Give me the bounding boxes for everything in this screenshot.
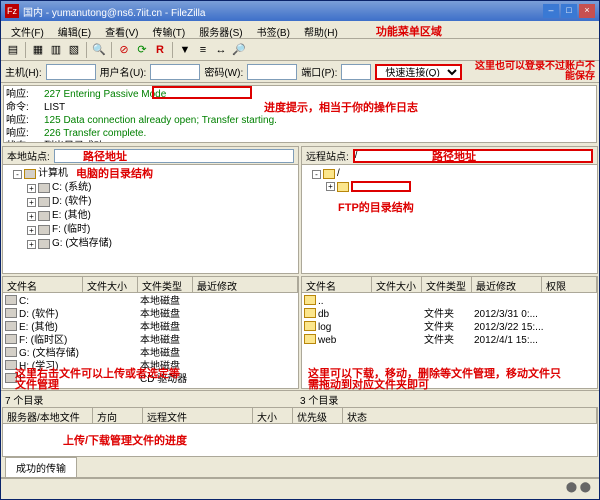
menubar: 文件(F) 编辑(E) 查看(V) 传输(T) 服务器(S) 书签(B) 帮助(… xyxy=(1,21,599,39)
folder-icon xyxy=(323,169,335,179)
user-input[interactable] xyxy=(150,64,200,80)
menu-help[interactable]: 帮助(H) xyxy=(298,23,344,36)
app-icon: Fz xyxy=(5,4,19,18)
port-label: 端口(P): xyxy=(301,64,337,79)
menu-edit[interactable]: 编辑(E) xyxy=(52,23,97,36)
host-label: 主机(H): xyxy=(5,64,42,79)
pass-input[interactable] xyxy=(247,64,297,80)
close-button[interactable]: × xyxy=(579,4,595,18)
remote-count: 3 个目录 xyxy=(300,392,595,405)
list-item[interactable]: F: (临时区)本地磁盘 xyxy=(5,334,296,347)
annotation-queue: 上传/下载管理文件的进度 xyxy=(63,435,187,447)
col-date[interactable]: 最近修改 xyxy=(193,277,298,292)
list-item[interactable]: db文件夹2012/3/31 0:... xyxy=(304,308,595,321)
port-input[interactable] xyxy=(341,64,371,80)
drive-icon xyxy=(38,183,50,193)
pass-label: 密码(W): xyxy=(204,64,243,79)
col-name[interactable]: 文件名 xyxy=(3,277,83,292)
computer-icon xyxy=(24,169,36,179)
menu-bookmark[interactable]: 书签(B) xyxy=(251,23,296,36)
local-site-label: 本地站点: xyxy=(7,148,50,163)
list-item[interactable]: D: (软件)本地磁盘 xyxy=(5,308,296,321)
list-item[interactable]: E: (其他)本地磁盘 xyxy=(5,321,296,334)
annotation-remote-path: 路径地址 xyxy=(432,148,476,164)
annotation-remote-tree: FTP的目录结构 xyxy=(338,199,414,215)
toggle-queue-icon[interactable]: ▧ xyxy=(66,42,82,58)
filter-icon[interactable]: ▼ xyxy=(177,42,193,58)
cancel-icon[interactable]: ⊘ xyxy=(116,42,132,58)
local-file-pane: 文件名 文件大小 文件类型 最近修改 C:本地磁盘D: (软件)本地磁盘E: (… xyxy=(2,276,299,389)
annotation-local-files: 这里右击文件可以上传或者选定等文件管理 xyxy=(15,369,185,391)
log-label: 响应: xyxy=(6,88,36,101)
file-status: 7 个目录 3 个目录 xyxy=(1,390,599,406)
local-count: 7 个目录 xyxy=(5,392,300,405)
window-title: 国内 - yumanutong@ns6.7iit.cn - FileZilla xyxy=(23,4,205,19)
list-item[interactable]: G: (文档存储)本地磁盘 xyxy=(5,347,296,360)
remote-tree-pane: 远程站点: 路径地址 -/ + FTP的目录结构 xyxy=(301,146,598,274)
menu-server[interactable]: 服务器(S) xyxy=(193,23,248,36)
reconnect-icon[interactable]: ⟳ xyxy=(134,42,150,58)
menu-transfer[interactable]: 传输(T) xyxy=(146,23,191,36)
queue-tabs: 成功的传输 xyxy=(1,458,599,478)
host-input[interactable] xyxy=(46,64,96,80)
queue-indicator-icon: ⬤ ⬤ xyxy=(566,482,591,493)
list-item[interactable]: C:本地磁盘 xyxy=(5,295,296,308)
menu-view[interactable]: 查看(V) xyxy=(99,23,144,36)
toolbar: ▤ ▦ ▥ ▧ 🔍 ⊘ ⟳ R ▼ ≡ ↔ 🔎 xyxy=(1,39,599,61)
disconnect-icon[interactable]: R xyxy=(152,42,168,58)
tree-toggle[interactable]: - xyxy=(13,170,22,179)
local-tree-pane: 本地站点: 路径地址 -计算机 电脑的目录结构 +C: (系统) +D: (软件… xyxy=(2,146,299,274)
list-item[interactable]: .. xyxy=(304,295,595,308)
list-item[interactable]: web文件夹2012/4/1 15:... xyxy=(304,334,595,347)
annotation-log: 进度提示，相当于你的操作日志 xyxy=(264,99,418,115)
sitemngr-icon[interactable]: ▤ xyxy=(5,42,21,58)
annotation-local-tree: 电脑的目录结构 xyxy=(76,167,153,181)
remote-file-pane: 文件名 文件大小 文件类型 最近修改 权限 ..db文件夹2012/3/31 0… xyxy=(301,276,598,389)
minimize-button[interactable]: – xyxy=(543,4,559,18)
col-size[interactable]: 文件大小 xyxy=(83,277,138,292)
annotation-menubar: 功能菜单区域 xyxy=(376,23,442,36)
sync-icon[interactable]: ↔ xyxy=(213,42,229,58)
annotation-quickconnect: 这里也可以登录不过账户不能保存 xyxy=(466,62,595,82)
quickconnect-button[interactable]: 快速连接(Q) xyxy=(375,64,462,80)
search-icon[interactable]: 🔎 xyxy=(231,42,247,58)
tab-complete[interactable]: 成功的传输 xyxy=(5,457,77,477)
queue-pane: 服务器/本地文件 方向 远程文件 大小 优先级 状态 上传/下载管理文件的进度 xyxy=(2,407,598,457)
menu-file[interactable]: 文件(F) xyxy=(5,23,50,36)
titlebar: Fz 国内 - yumanutong@ns6.7iit.cn - FileZil… xyxy=(1,1,599,21)
annotation-local-path: 路径地址 xyxy=(83,148,127,164)
log-text: 227 Entering Passive Mode xyxy=(44,88,166,101)
annotation-remote-files: 这里可以下载，移动，删除等文件管理，移动文件只需拖动到对应文件夹即可 xyxy=(308,369,568,391)
quickconnect-bar: 主机(H): 用户名(U): 密码(W): 端口(P): 快速连接(Q) 这里也… xyxy=(1,61,599,83)
list-item[interactable]: log文件夹2012/3/22 15:... xyxy=(304,321,595,334)
col-type[interactable]: 文件类型 xyxy=(138,277,193,292)
maximize-button[interactable]: □ xyxy=(561,4,577,18)
toggle-tree-icon[interactable]: ▥ xyxy=(48,42,64,58)
binary-icon[interactable]: 🔍 xyxy=(91,42,107,58)
remote-site-label: 远程站点: xyxy=(306,148,349,163)
log-pane: 响应:227 Entering Passive Mode 命令:LIST 响应:… xyxy=(3,85,597,143)
compare-icon[interactable]: ≡ xyxy=(195,42,211,58)
statusbar: ⬤ ⬤ xyxy=(1,478,599,496)
toggle-log-icon[interactable]: ▦ xyxy=(30,42,46,58)
user-label: 用户名(U): xyxy=(100,64,147,79)
